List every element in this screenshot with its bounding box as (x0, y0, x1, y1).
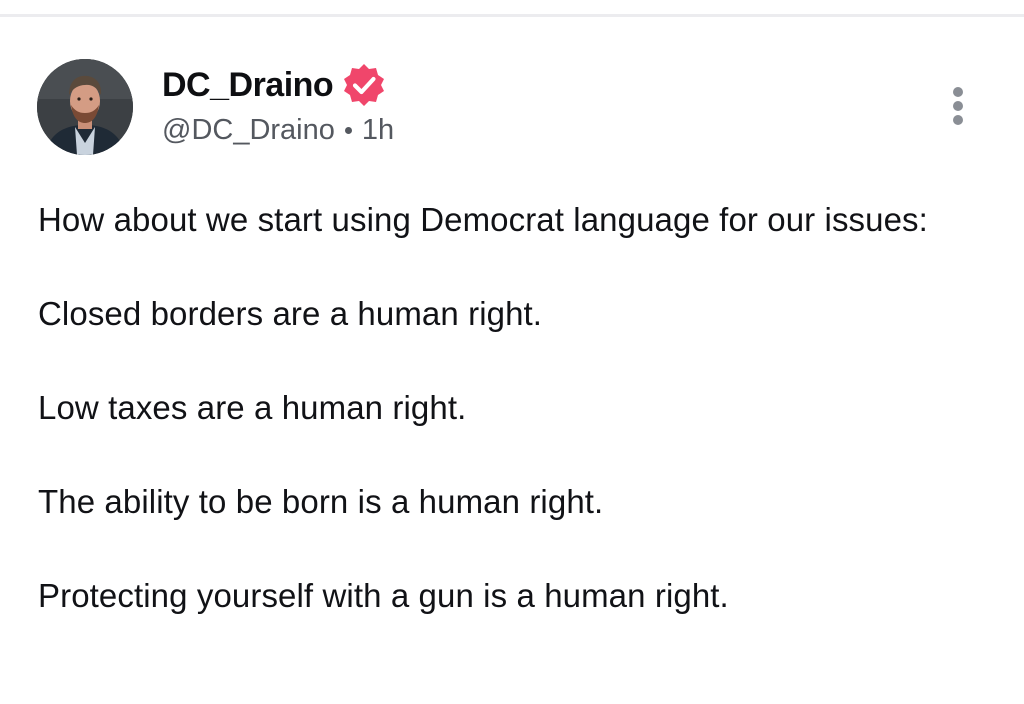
more-vertical-icon-dot (953, 101, 963, 111)
author-name-row: DC_Draino (162, 62, 387, 108)
post-paragraph: Protecting yourself with a gun is a huma… (38, 577, 729, 614)
post-card: DC_Draino @DC_Draino 1h How about we sta… (0, 17, 1024, 704)
separator-dot (344, 126, 352, 134)
post-body: How about we start using Democrat langua… (38, 196, 988, 619)
more-vertical-icon-dot (953, 115, 963, 125)
post-timestamp: 1h (361, 113, 395, 146)
author-meta-row: @DC_Draino 1h (162, 113, 394, 147)
post-paragraph: The ability to be born is a human right. (38, 483, 604, 520)
post-paragraph: Low taxes are a human right. (38, 389, 467, 426)
author-handle[interactable]: @DC_Draino (162, 114, 335, 147)
post-paragraph: Closed borders are a human right. (38, 295, 543, 332)
post-paragraph: How about we start using Democrat langua… (38, 201, 928, 238)
avatar[interactable] (37, 59, 133, 155)
author-display-name[interactable]: DC_Draino (162, 66, 334, 105)
more-vertical-icon (953, 87, 963, 97)
more-options-button[interactable] (940, 83, 976, 129)
verified-badge-icon (341, 62, 387, 108)
